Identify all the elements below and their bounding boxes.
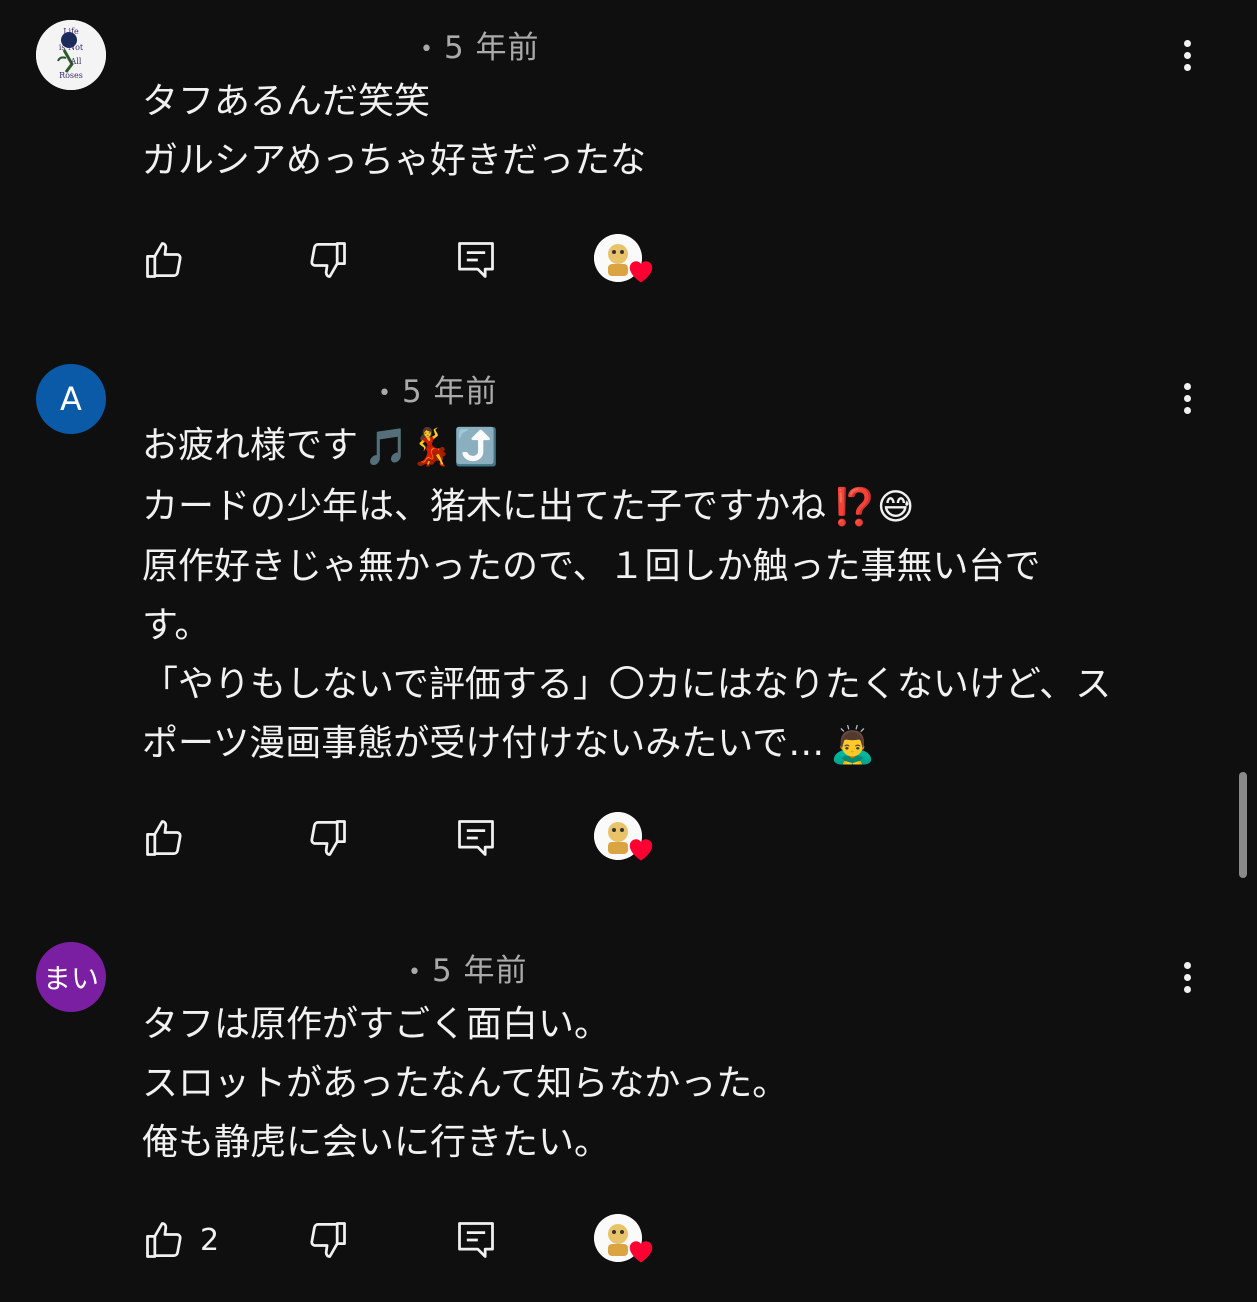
- comment-actions: 2: [142, 1210, 702, 1270]
- more-vert-icon[interactable]: [1167, 957, 1207, 997]
- reply-icon: [458, 820, 494, 856]
- thumbs-down-icon: [310, 820, 346, 856]
- comment-line: お疲れ様です 🎵💃⤴️: [142, 416, 1152, 477]
- thumbs-down-icon: [310, 242, 346, 278]
- comment-actions: [142, 230, 702, 290]
- comment-line: 「やりもしないで評価する」〇カにはなりたくないけど、ス: [142, 664, 1112, 705]
- comment-meta: • 5 年前: [378, 366, 498, 411]
- avatar[interactable]: まい: [36, 942, 106, 1012]
- thumbs-down-icon: [310, 1222, 346, 1258]
- creator-heart-badge: [594, 234, 662, 294]
- avatar[interactable]: Life is Not All Roses: [36, 20, 106, 90]
- creator-heart-icon: [629, 839, 653, 861]
- creator-heart-badge: [594, 1214, 662, 1274]
- thumbs-up-icon: [146, 820, 182, 856]
- more-vert-icon[interactable]: [1167, 378, 1207, 418]
- like-count: 2: [200, 1222, 220, 1258]
- reply-button[interactable]: [454, 230, 498, 290]
- comment-text: タフあるんだ笑笑 ガルシアめっちゃ好きだったな: [142, 72, 1152, 190]
- reply-button[interactable]: [454, 808, 498, 868]
- svg-text:Roses: Roses: [59, 71, 83, 80]
- comment-line: タフあるんだ笑笑: [142, 81, 431, 122]
- comment-time: 5 年前: [431, 953, 528, 989]
- more-vert-icon[interactable]: [1167, 35, 1207, 75]
- reply-icon: [458, 1222, 494, 1258]
- emoji-group: ⁉️😅: [832, 487, 915, 528]
- comment-text: タフは原作がすごく面白い。 スロットがあったなんて知らなかった。 俺も静虎に会い…: [142, 995, 1152, 1172]
- reply-icon: [458, 242, 494, 278]
- comment-line-text: お疲れ様です: [142, 425, 359, 466]
- comment-meta: • 5 年前: [420, 22, 540, 67]
- comment-text: お疲れ様です 🎵💃⤴️ カードの少年は、猪木に出てた子ですかね ⁉️😅 原作好きじゃ…: [142, 416, 1152, 775]
- avatar[interactable]: A: [36, 364, 106, 434]
- creator-heart-badge: [594, 812, 662, 872]
- meta-separator: •: [408, 960, 422, 985]
- scrollbar[interactable]: [1239, 772, 1247, 878]
- avatar-letter: A: [60, 380, 82, 418]
- comment-line: カードの少年は、猪木に出てた子ですかね ⁉️😅: [142, 477, 1152, 538]
- like-button[interactable]: [142, 808, 200, 868]
- comment-line: す。: [142, 605, 211, 646]
- creator-heart-icon: [629, 261, 653, 283]
- comment-actions: [142, 808, 702, 868]
- comment-line: 俺も静虎に会いに行きたい。: [142, 1122, 611, 1163]
- comment-time: 5 年前: [401, 374, 498, 410]
- comment-line: スロットがあったなんて知らなかった。: [142, 1063, 789, 1104]
- comment-line: 原作好きじゃ無かったので、１回しか触った事無い台で: [142, 546, 1041, 587]
- thumbs-up-icon: [146, 1222, 182, 1258]
- meta-separator: •: [420, 37, 434, 62]
- like-button[interactable]: 2: [142, 1210, 219, 1270]
- comment-line-text: カードの少年は、猪木に出てた子ですかね: [142, 485, 827, 527]
- dislike-button[interactable]: [306, 230, 350, 290]
- svg-text:Life: Life: [63, 27, 79, 36]
- comment-time: 5 年前: [443, 30, 540, 66]
- comment-meta: • 5 年前: [408, 945, 528, 990]
- comment-line: ガルシアめっちゃ好きだったな: [142, 140, 647, 181]
- creator-heart-icon: [629, 1241, 653, 1263]
- svg-text:is Not: is Not: [59, 43, 84, 52]
- rose-avatar-icon: Life is Not All Roses: [36, 20, 106, 90]
- comment-line: タフは原作がすごく面白い。: [142, 1004, 611, 1045]
- reply-button[interactable]: [454, 1210, 498, 1270]
- svg-text:All: All: [70, 57, 82, 66]
- thumbs-up-icon: [146, 242, 182, 278]
- comment-line: ポーツ漫画事態が受け付けないみたいで… 🙇‍♂️: [142, 714, 1152, 775]
- comment-line-text: ポーツ漫画事態が受け付けないみたいで…: [142, 723, 825, 764]
- dislike-button[interactable]: [306, 808, 350, 868]
- avatar-letter: まい: [42, 962, 99, 995]
- emoji-group: 🎵💃⤴️: [364, 426, 499, 468]
- meta-separator: •: [378, 381, 392, 406]
- like-button[interactable]: [142, 230, 200, 290]
- emoji-group: 🙇‍♂️: [830, 724, 876, 766]
- dislike-button[interactable]: [306, 1210, 350, 1270]
